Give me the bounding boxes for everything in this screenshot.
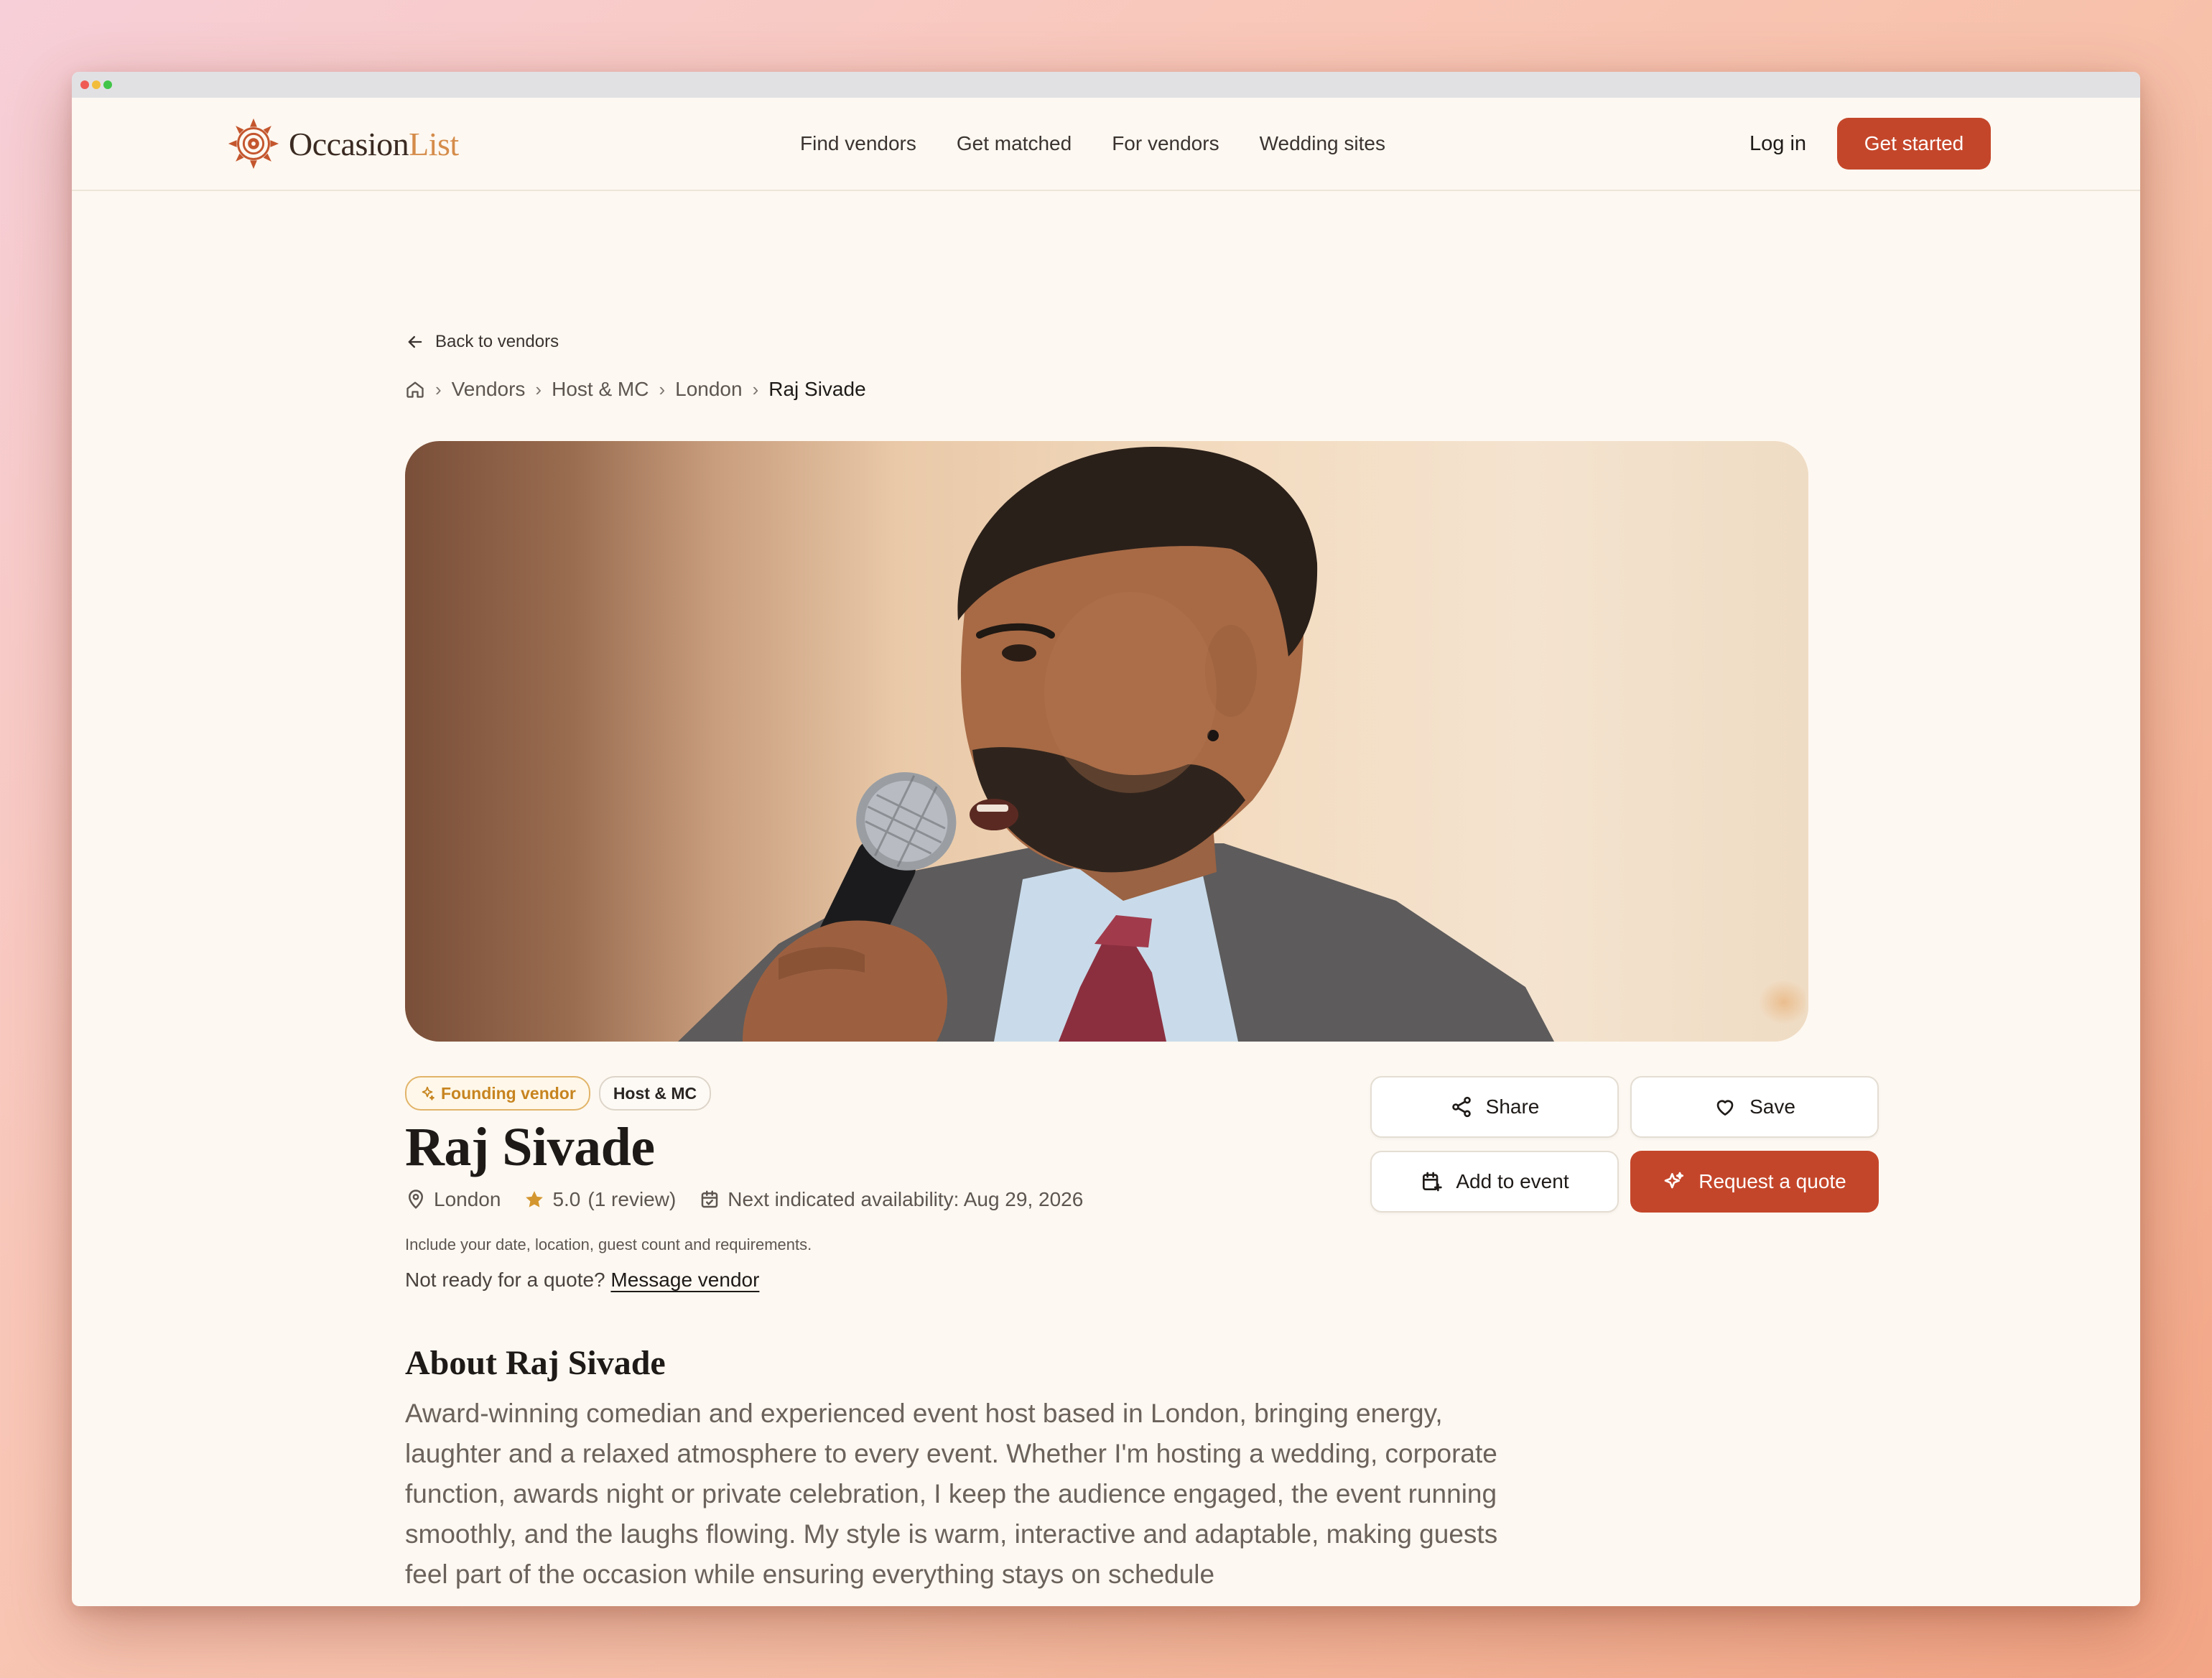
breadcrumb-london[interactable]: London (675, 378, 742, 401)
speaker-photo (678, 446, 1806, 1042)
chevron-right-icon: › (659, 378, 666, 400)
founding-vendor-badge: Founding vendor (405, 1076, 590, 1111)
window-titlebar (72, 72, 2140, 98)
location-text: London (434, 1188, 501, 1210)
calendar-check-icon (702, 1190, 718, 1208)
share-label: Share (1485, 1095, 1540, 1118)
back-to-vendors-link[interactable]: Back to vendors (405, 332, 559, 352)
browser-window: OccasionList Find vendors Get matched Fo… (72, 72, 2140, 1606)
about-heading: About Raj Sivade (405, 1344, 666, 1382)
vendor-name: Raj Sivade (405, 1117, 655, 1177)
login-link[interactable]: Log in (1749, 124, 1806, 164)
founding-vendor-label: Founding vendor (441, 1083, 576, 1103)
breadcrumb-vendors[interactable]: Vendors (452, 378, 526, 401)
location-meta: London (405, 1188, 501, 1211)
map-pin-icon (408, 1190, 424, 1209)
brand-logo[interactable]: OccasionList (226, 115, 459, 172)
chevron-right-icon: › (752, 378, 759, 400)
availability-meta: Next indicated availability: Aug 29, 202… (699, 1188, 1083, 1211)
calendar-plus-icon (1423, 1172, 1443, 1192)
nav-wedding-sites[interactable]: Wedding sites (1260, 124, 1385, 164)
save-label: Save (1749, 1095, 1795, 1118)
quote-hint: Include your date, location, guest count… (405, 1236, 812, 1253)
not-ready-text: Not ready for a quote? (405, 1269, 605, 1291)
rating-meta[interactable]: 5.0 (1 review) (524, 1188, 676, 1211)
site-header: OccasionList Find vendors Get matched Fo… (72, 98, 2140, 191)
arrow-left-icon (408, 335, 422, 348)
category-badge[interactable]: Host & MC (598, 1076, 712, 1111)
nav-find-vendors[interactable]: Find vendors (800, 124, 916, 164)
vendor-meta: London 5.0 (1 review) Next indicated ava… (405, 1188, 1083, 1211)
main-nav: Find vendors Get matched For vendors Wed… (800, 124, 1385, 164)
add-to-event-label: Add to event (1456, 1170, 1569, 1192)
add-to-event-button[interactable]: Add to event (1370, 1151, 1619, 1213)
minimize-window-button[interactable] (92, 80, 101, 89)
breadcrumb: › Vendors › Host & MC › London › Raj Siv… (405, 378, 866, 401)
home-icon[interactable] (405, 379, 425, 399)
vendor-badges: Founding vendor Host & MC (405, 1076, 712, 1111)
chevron-right-icon: › (535, 378, 542, 400)
chevron-right-icon: › (435, 378, 442, 400)
back-label: Back to vendors (435, 332, 559, 351)
about-text: Award-winning comedian and experienced e… (405, 1399, 1498, 1589)
nav-get-matched[interactable]: Get matched (957, 124, 1072, 164)
share-icon (1451, 1096, 1471, 1118)
mandala-logo-icon (228, 118, 279, 170)
nav-for-vendors[interactable]: For vendors (1112, 124, 1219, 164)
breadcrumb-host-mc[interactable]: Host & MC (552, 378, 649, 401)
star-icon (526, 1191, 544, 1207)
request-quote-label: Request a quote (1698, 1170, 1846, 1192)
save-button[interactable]: Save (1630, 1076, 1879, 1138)
rating-value: 5.0 (552, 1188, 581, 1210)
request-quote-button[interactable]: Request a quote (1630, 1151, 1879, 1213)
message-vendor-link[interactable]: Message vendor (610, 1269, 759, 1291)
sparkles-icon (422, 1086, 434, 1100)
breadcrumb-current: Raj Sivade (768, 378, 866, 400)
get-started-button[interactable]: Get started (1837, 118, 1991, 170)
close-window-button[interactable] (80, 80, 89, 89)
hero-photo (405, 441, 1808, 1042)
maximize-window-button[interactable] (103, 80, 112, 89)
brand-name: OccasionList (289, 125, 459, 162)
availability-text: Next indicated availability: Aug 29, 202… (728, 1188, 1084, 1210)
not-ready-line: Not ready for a quote? Message vendor (405, 1269, 759, 1292)
sparkles-icon (1664, 1172, 1684, 1189)
share-button[interactable]: Share (1370, 1076, 1619, 1138)
review-count: (1 review) (587, 1188, 677, 1210)
heart-icon (1716, 1100, 1734, 1116)
